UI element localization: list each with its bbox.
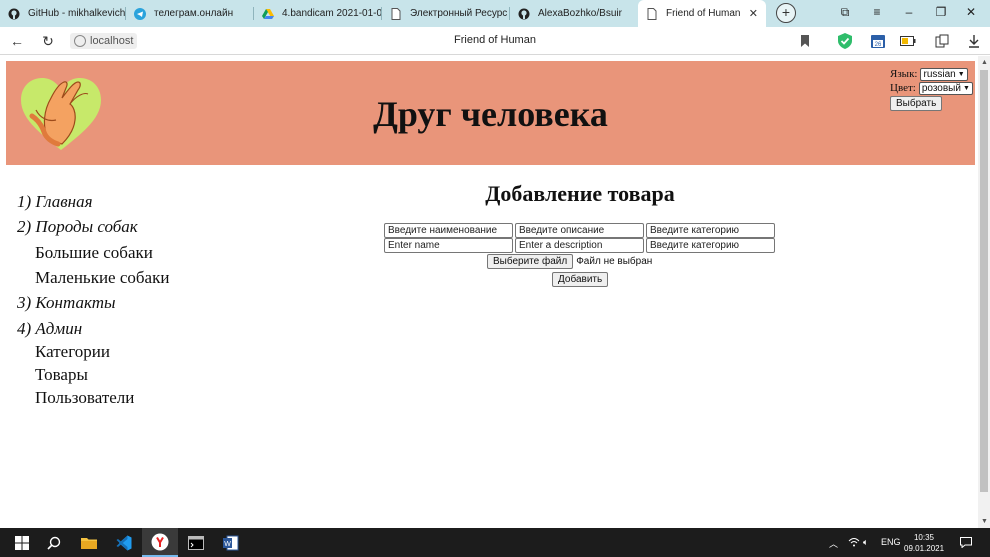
file-picker: Выберите файл Файл не выбран [487,254,652,269]
description-ru-input[interactable]: Введите описание [515,223,644,238]
language-select[interactable]: russian ▼ [920,67,968,81]
collections-icon[interactable] [934,33,950,49]
notifications-icon[interactable] [960,537,972,550]
category-ru-input[interactable]: Введите категорию [646,223,775,238]
terminal-icon[interactable] [178,528,214,557]
menu-item-small-dogs[interactable]: Маленькие собаки [35,268,169,288]
tab-github-mikhalkevich[interactable]: GitHub - mikhalkevich [0,0,126,27]
github-icon [8,8,20,20]
battery-icon[interactable] [900,33,916,49]
apply-settings-button[interactable]: Выбрать [890,95,943,111]
document-icon [390,7,402,20]
menu-item-big-dogs[interactable]: Большие собаки [35,243,153,263]
calendar-extension-icon[interactable]: 26 [870,33,886,49]
menu-icon[interactable]: ≡ [869,5,885,19]
form-title: Добавление товара [485,181,675,206]
github-icon [518,8,530,20]
bookmark-icon[interactable] [797,33,813,49]
scroll-up-icon[interactable]: ▲ [981,59,988,66]
menu-item-products[interactable]: Товары [35,365,88,385]
menu-item-dog-breeds[interactable]: 2) Породы собак [17,217,138,237]
document-icon [646,7,658,20]
close-tab-icon[interactable]: ✕ [749,7,758,20]
site-title: Друг человека [373,94,608,134]
tab-label: Friend of Human [666,8,741,19]
windows-taskbar: W ︿ 🔈︎ ENG 10:35 09.01.2021 [0,528,990,557]
yandex-browser-icon[interactable] [142,528,178,557]
minimize-icon[interactable]: – [901,5,917,19]
restore-icon[interactable]: ❐ [933,5,949,19]
tab-bandicam[interactable]: 4.bandicam 2021-01-0 [254,0,382,27]
google-drive-icon [262,8,274,20]
category-2-input[interactable]: Введите категорию [646,238,775,253]
vscode-icon[interactable] [106,528,142,557]
tab-friend-of-human[interactable]: Friend of Human ✕ [638,0,766,27]
page-scrollbar[interactable]: ▲ ▼ [978,56,990,528]
submit-wrapper: Добавить [552,269,609,287]
tab-electronic-resource[interactable]: Электронный Ресурс [382,0,510,27]
menu-item-users[interactable]: Пользователи [35,388,134,408]
wifi-icon[interactable] [848,537,860,549]
description-en-input[interactable]: Enter a description [515,238,644,253]
close-window-icon[interactable]: ✕ [963,5,979,19]
add-product-button[interactable]: Добавить [552,272,609,287]
tab-telegram[interactable]: телеграм.онлайн [126,0,254,27]
system-clock[interactable]: 10:35 09.01.2021 [904,532,944,554]
svg-text:26: 26 [875,42,882,48]
tab-label: AlexaBozhko/Bsuir [538,8,622,19]
address-bar: ← ↻ localhost Friend of Human 26 [0,27,990,55]
browser-tab-strip: GitHub - mikhalkevich телеграм.онлайн 4.… [0,0,990,27]
tab-label: Электронный Ресурс [410,8,508,19]
search-icon[interactable] [36,528,72,557]
svg-text:W: W [224,541,231,548]
tab-label: 4.bandicam 2021-01-0 [282,8,382,19]
menu-item-home[interactable]: 1) Главная [17,192,93,212]
telegram-icon [134,7,146,20]
tab-alexabozhko[interactable]: AlexaBozhko/Bsuir [510,0,638,27]
scrollbar-thumb[interactable] [980,70,988,492]
tab-label: GitHub - mikhalkevich [28,8,126,19]
menu-item-categories[interactable]: Категории [35,342,110,362]
protect-shield-icon[interactable] [837,33,853,49]
web-page: Друг человека Язык: russian ▼ Цвет: розо… [0,56,978,528]
file-status: Файл не выбран [576,256,653,267]
chevron-down-icon: ▼ [957,70,965,78]
color-label: Цвет: [890,82,916,94]
chevron-up-icon[interactable]: ︿ [829,537,838,550]
scroll-down-icon[interactable]: ▼ [981,518,988,525]
file-explorer-icon[interactable] [71,528,107,557]
new-tab-button[interactable]: + [776,3,796,23]
input-language[interactable]: ENG [881,537,901,547]
choose-file-button[interactable]: Выберите файл [487,254,574,269]
site-header: Друг человека Язык: russian ▼ Цвет: розо… [6,61,975,165]
chevron-down-icon: ▼ [962,84,970,92]
name-en-input[interactable]: Enter name [384,238,513,253]
site-settings: Язык: russian ▼ Цвет: розовый ▼ Выбрать [890,67,973,111]
color-select[interactable]: розовый ▼ [918,81,973,95]
volume-icon[interactable]: 🔈︎ [863,537,868,548]
tab-label: телеграм.онлайн [154,8,234,19]
name-ru-input[interactable]: Введите наименование [384,223,513,238]
menu-item-admin[interactable]: 4) Админ [17,319,82,339]
menu-item-contacts[interactable]: 3) Контакты [17,293,116,313]
language-label: Язык: [890,68,918,80]
tab-manager-icon[interactable]: ⧉ [837,5,853,20]
download-icon[interactable] [966,33,982,49]
word-icon[interactable]: W [213,528,249,557]
windows-start-icon[interactable] [4,528,40,557]
